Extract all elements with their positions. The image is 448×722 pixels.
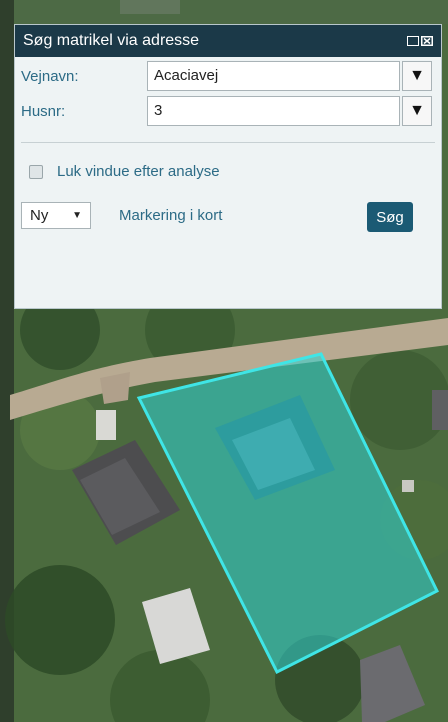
house-input[interactable]: 3 [147,96,400,126]
dropdown-arrow-icon[interactable]: ▼ [402,96,432,126]
street-input[interactable]: Acaciavej [147,61,400,91]
dropdown-arrow-icon[interactable]: ▼ [402,61,432,91]
dialog-title: Søg matrikel via adresse [23,32,200,49]
house-row: Husnr: 3 ▼ [21,96,432,126]
close-after-row: Luk vindue efter analyse [29,163,220,180]
minimize-icon[interactable] [407,36,419,46]
mark-in-map-link[interactable]: Markering i kort [119,207,222,224]
search-button[interactable]: Søg [367,202,413,232]
house-label: Husnr: [21,102,66,120]
dialog-titlebar[interactable]: Søg matrikel via adresse [15,25,441,57]
chevron-down-icon: ▼ [72,210,82,221]
divider [21,142,435,143]
street-row: Vejnavn: Acaciavej ▼ [21,61,432,91]
house-combobox[interactable]: 3 ▼ [147,96,432,126]
options-row: Ny ▼ Markering i kort [21,202,222,229]
close-after-label[interactable]: Luk vindue efter analyse [57,163,220,180]
close-icon[interactable] [421,36,433,46]
close-after-checkbox[interactable] [29,164,43,179]
mode-select[interactable]: Ny ▼ [21,202,91,229]
mode-value: Ny [30,207,49,224]
street-combobox[interactable]: Acaciavej ▼ [147,61,432,91]
search-dialog: Søg matrikel via adresse Vejnavn: Acacia… [14,24,442,309]
street-label: Vejnavn: [21,67,79,85]
